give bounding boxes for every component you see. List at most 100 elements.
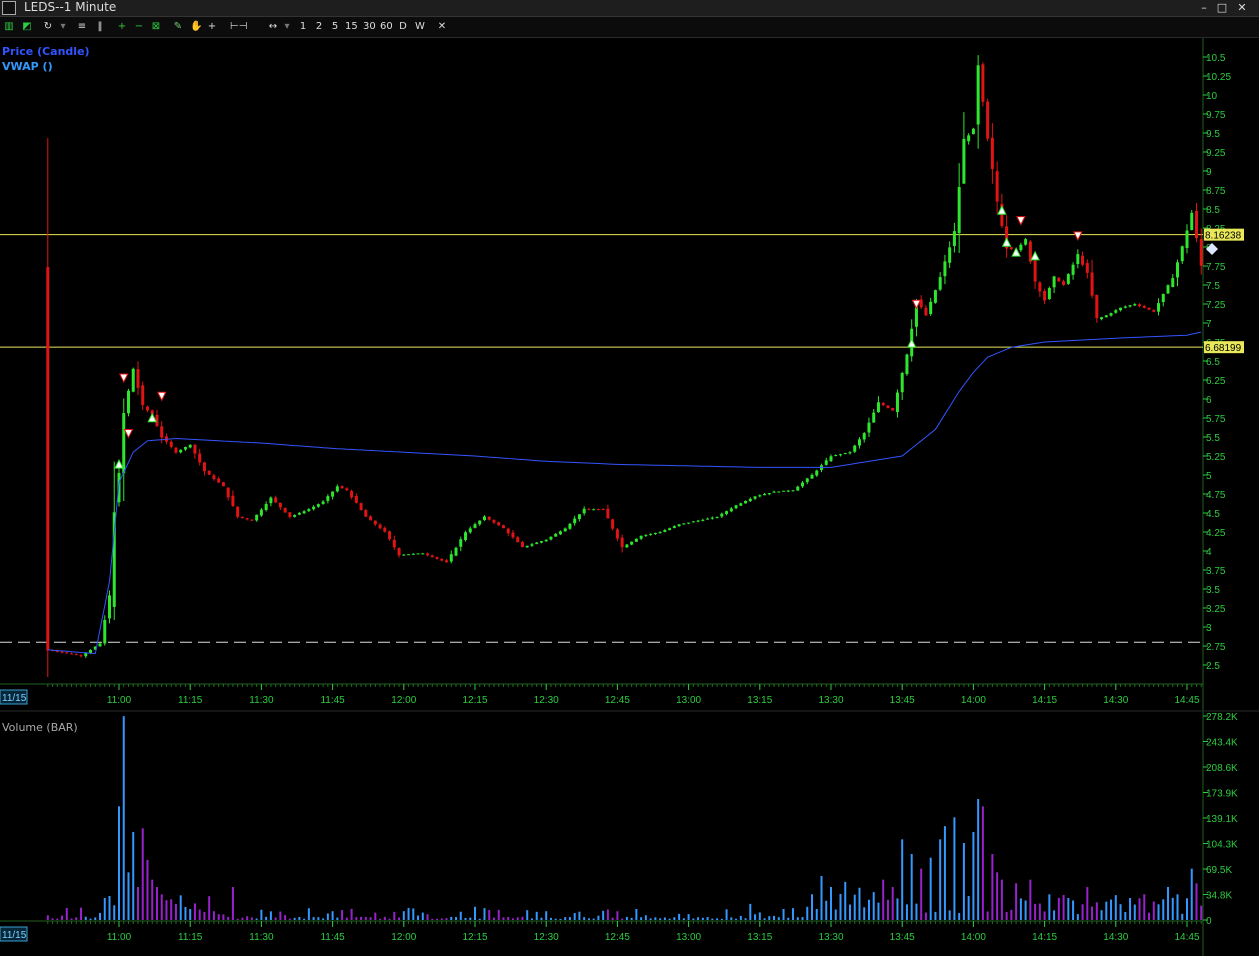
minimize-button[interactable]: – bbox=[1197, 1, 1211, 14]
volume-x-tick-label: 13:45 bbox=[890, 932, 915, 943]
volume-bar bbox=[255, 918, 258, 920]
sell-marker bbox=[156, 391, 167, 402]
volume-bar bbox=[421, 912, 424, 920]
candle-body bbox=[221, 482, 225, 487]
period-1-button[interactable]: 1 bbox=[298, 20, 308, 34]
candle-body bbox=[354, 495, 358, 503]
candle-body bbox=[933, 290, 937, 303]
equals-icon[interactable]: ≡ bbox=[77, 20, 87, 34]
period-5-button[interactable]: 5 bbox=[330, 20, 340, 34]
candle-body bbox=[103, 619, 107, 644]
volume-bar bbox=[94, 917, 97, 920]
candle-body bbox=[710, 517, 714, 519]
candle-body bbox=[701, 519, 705, 521]
candle-body bbox=[1190, 212, 1194, 230]
candle-body bbox=[1114, 310, 1118, 313]
volume-bar bbox=[559, 918, 562, 920]
period-daily-button[interactable]: D bbox=[398, 20, 408, 34]
candle-body bbox=[867, 422, 871, 433]
hand-icon[interactable]: ✋ bbox=[190, 20, 202, 34]
volume-bar bbox=[725, 909, 728, 920]
candle-body bbox=[416, 553, 420, 555]
candle-body bbox=[1194, 210, 1198, 239]
volume-bar bbox=[298, 916, 301, 920]
volume-bar bbox=[554, 918, 557, 920]
candle-body bbox=[558, 531, 562, 535]
volume-bar bbox=[1038, 903, 1041, 920]
pause-icon[interactable]: ‖ bbox=[95, 20, 105, 34]
buy-marker bbox=[906, 338, 917, 348]
zoom-in-icon[interactable]: + bbox=[117, 20, 127, 34]
price-x-tick-label: 12:30 bbox=[534, 695, 559, 706]
candle-body bbox=[971, 128, 975, 135]
volume-bar bbox=[398, 917, 401, 920]
price-x-tick-label: 11:45 bbox=[320, 695, 345, 706]
zoom-out-icon[interactable]: − bbox=[134, 20, 144, 34]
window-title: LEDS--1 Minute bbox=[24, 0, 117, 14]
volume-bar bbox=[853, 894, 856, 920]
pan-icon[interactable]: ↔ bbox=[268, 20, 278, 34]
candle-body bbox=[198, 453, 202, 463]
volume-bar bbox=[886, 899, 889, 920]
volume-bar bbox=[208, 896, 211, 920]
sell-marker bbox=[1016, 216, 1026, 226]
volume-bar bbox=[910, 854, 913, 920]
volume-bar bbox=[578, 911, 581, 920]
bar-chart-icon[interactable]: ▥ bbox=[4, 20, 14, 34]
volume-bar bbox=[521, 916, 524, 920]
price-y-tick-label: 4.25 bbox=[1206, 528, 1226, 539]
chevron-down-icon[interactable]: ▾ bbox=[58, 20, 68, 34]
volume-bar bbox=[616, 911, 619, 920]
refresh-icon[interactable]: ↻ bbox=[43, 20, 53, 34]
chevron-down-icon[interactable]: ▾ bbox=[282, 20, 292, 34]
price-y-tick-label: 3.5 bbox=[1206, 585, 1220, 596]
volume-bar bbox=[844, 881, 847, 920]
candle-body bbox=[174, 447, 178, 453]
volume-y-tick-label: 104.3K bbox=[1206, 840, 1238, 851]
close-button[interactable]: ✕ bbox=[1235, 1, 1249, 14]
volume-bar bbox=[640, 917, 643, 920]
volume-bar bbox=[787, 917, 790, 920]
volume-y-tick-label: 243.4K bbox=[1206, 738, 1238, 749]
volume-bar bbox=[839, 893, 842, 920]
volume-bar bbox=[754, 914, 757, 920]
period-2-button[interactable]: 2 bbox=[314, 20, 324, 34]
maximize-button[interactable]: □ bbox=[1215, 1, 1229, 14]
candle-body bbox=[1152, 309, 1156, 312]
period-weekly-button[interactable]: W bbox=[415, 20, 425, 34]
volume-bar bbox=[146, 859, 149, 920]
legend-price: Price (Candle) bbox=[2, 45, 90, 58]
fit-icon[interactable]: ⊠ bbox=[151, 20, 161, 34]
volume-bar bbox=[996, 872, 999, 920]
line-chart-icon[interactable]: ◩ bbox=[22, 20, 32, 34]
volume-bar bbox=[535, 911, 538, 920]
pencil-icon[interactable]: ✎ bbox=[173, 20, 183, 34]
price-y-tick-label: 9.25 bbox=[1206, 148, 1226, 159]
close-period-button[interactable]: ✕ bbox=[437, 20, 447, 34]
period-15-button[interactable]: 15 bbox=[345, 20, 358, 34]
measure-icon[interactable]: ⊢⊣ bbox=[230, 20, 247, 34]
volume-bar bbox=[773, 915, 776, 920]
volume-bar bbox=[445, 918, 448, 920]
period-60-button[interactable]: 60 bbox=[380, 20, 393, 34]
volume-bar bbox=[51, 918, 54, 920]
volume-bar bbox=[1181, 913, 1184, 920]
candle-body bbox=[141, 385, 145, 406]
candle-body bbox=[938, 277, 942, 290]
candle-body bbox=[672, 526, 676, 529]
candle-body bbox=[1142, 305, 1146, 308]
volume-bar bbox=[1190, 868, 1193, 920]
volume-bar bbox=[492, 917, 495, 920]
candle-body bbox=[900, 372, 904, 393]
price-x-tick-label: 12:15 bbox=[462, 695, 487, 706]
volume-bar bbox=[355, 917, 358, 920]
volume-bar bbox=[122, 716, 125, 920]
volume-bar bbox=[1043, 911, 1046, 920]
candle-body bbox=[706, 518, 710, 520]
crosshair-icon[interactable]: + bbox=[207, 20, 217, 34]
chart-area[interactable]: 10.510.25109.759.59.2598.758.58.2587.757… bbox=[0, 38, 1259, 956]
volume-bar bbox=[644, 915, 647, 920]
volume-bar bbox=[436, 918, 439, 920]
candle-body bbox=[1057, 277, 1061, 282]
period-30-button[interactable]: 30 bbox=[363, 20, 376, 34]
